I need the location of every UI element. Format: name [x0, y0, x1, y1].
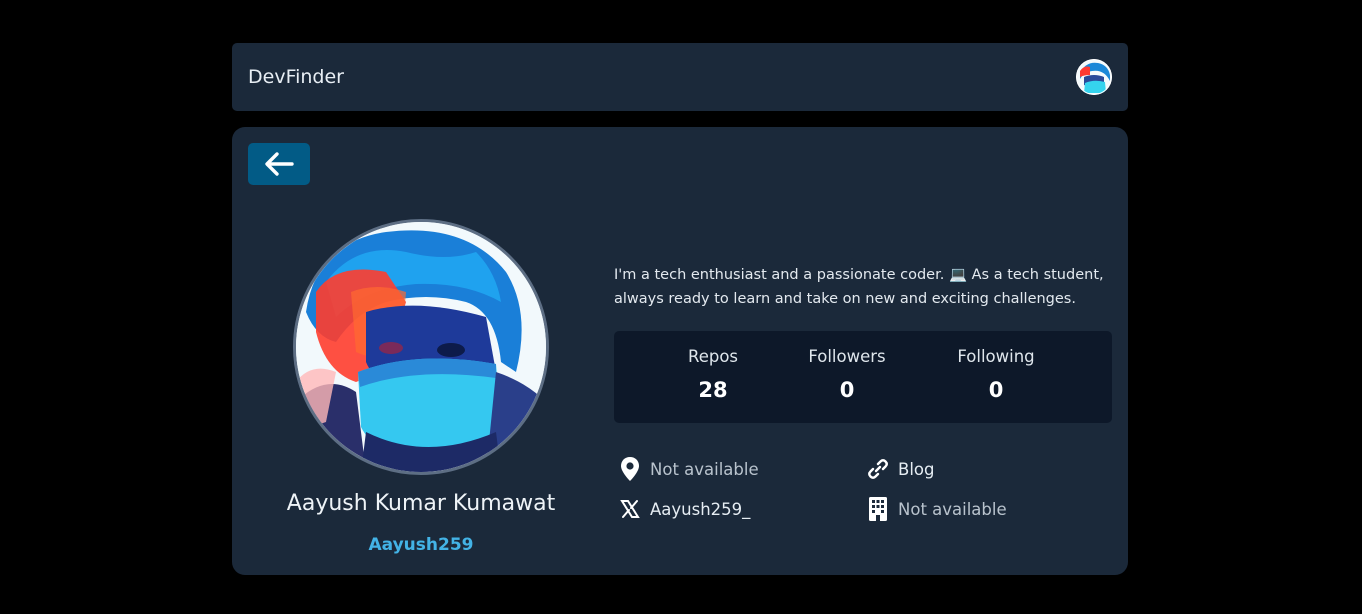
stat-value: 0: [988, 378, 1004, 402]
stat-following: Following 0: [921, 331, 1071, 402]
brand-logo-text[interactable]: DevFinder: [248, 43, 344, 111]
stat-followers: Followers 0: [772, 331, 922, 402]
info-location: Not available: [618, 455, 759, 483]
user-avatar[interactable]: [1076, 59, 1112, 95]
info-twitter[interactable]: Aayush259_: [618, 495, 750, 523]
info-blog[interactable]: Blog: [866, 455, 934, 483]
stats-panel: Repos 28 Followers 0 Following 0: [614, 331, 1112, 423]
back-button[interactable]: [248, 143, 310, 185]
stat-repos: Repos 28: [638, 331, 788, 402]
location-pin-icon: [618, 456, 642, 482]
stat-label: Followers: [808, 347, 886, 366]
company-text: Not available: [898, 499, 1007, 519]
stat-value: 0: [839, 378, 855, 402]
stat-value: 28: [698, 378, 728, 402]
navbar: DevFinder: [232, 43, 1128, 111]
profile-card: Aayush Kumar Kumawat Aayush259 I'm a tec…: [232, 127, 1128, 575]
link-icon: [866, 456, 890, 482]
profile-username-link[interactable]: Aayush259: [232, 535, 610, 555]
stat-label: Repos: [687, 347, 739, 366]
blog-link-text[interactable]: Blog: [898, 460, 934, 479]
location-text: Not available: [650, 459, 759, 479]
info-company: Not available: [866, 495, 1007, 523]
profile-avatar: [293, 219, 549, 475]
x-logo-icon: [618, 496, 642, 522]
building-icon: [866, 496, 890, 522]
stat-label: Following: [957, 347, 1035, 366]
twitter-handle-text[interactable]: Aayush259_: [650, 500, 750, 519]
profile-full-name: Aayush Kumar Kumawat: [286, 491, 556, 516]
arrow-left-icon: [265, 152, 294, 176]
profile-bio: I'm a tech enthusiast and a passionate c…: [614, 267, 1104, 307]
